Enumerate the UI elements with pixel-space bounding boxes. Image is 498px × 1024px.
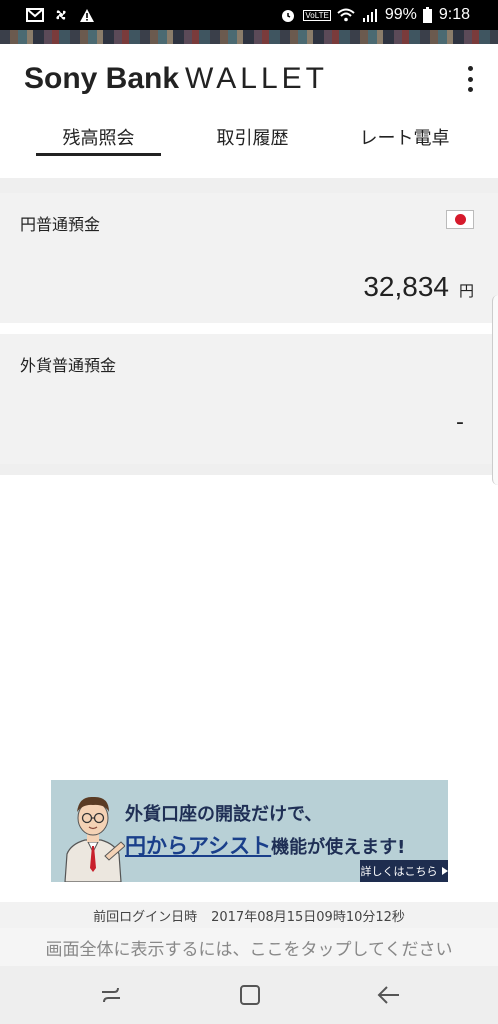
fan-icon: [52, 7, 70, 23]
last-login-label: 前回ログイン日時: [93, 909, 198, 925]
volte-icon: VoLTE: [303, 9, 331, 21]
yen-balance-value: 32,834: [363, 271, 449, 302]
promo-banner[interactable]: 外貨口座の開設だけで、 円からアシスト機能が使えます! 詳しくはこちら: [51, 780, 448, 882]
caret-right-icon: [441, 865, 448, 878]
logo-brand: Sony Bank: [24, 62, 180, 95]
status-left: [0, 7, 96, 23]
banner-highlight: 円からアシスト: [125, 834, 272, 858]
more-vertical-icon[interactable]: [460, 66, 480, 92]
tab-history[interactable]: 取引履歴: [190, 114, 315, 156]
battery-icon: [423, 7, 433, 23]
wallpaper-strip: [0, 30, 498, 44]
japan-flag-icon: [446, 210, 474, 229]
banner-subline-rest: 機能が使えます!: [271, 837, 406, 858]
foreign-balance-value: -: [456, 410, 464, 435]
fullscreen-hint[interactable]: 画面全体に表示するには、ここをタップしてください: [0, 928, 498, 966]
clock: 9:18: [438, 6, 470, 23]
businessman-illustration: [61, 788, 126, 882]
logo-product: WALLET: [185, 62, 328, 95]
status-right: VoLTE 99% 9:18: [279, 6, 498, 24]
edge-panel-handle[interactable]: [492, 295, 498, 485]
wifi-icon: [337, 7, 355, 23]
app-logo: Sony Bank WALLET: [24, 62, 328, 96]
card-divider: [0, 323, 498, 334]
back-icon[interactable]: [374, 980, 404, 1010]
alarm-icon: [279, 7, 297, 23]
banner-headline: 外貨口座の開設だけで、: [125, 804, 323, 825]
tab-bar: 残高照会 取引履歴 レート電卓: [0, 114, 498, 158]
foreign-account-title: 外貨普通預金: [20, 356, 117, 375]
last-login-value: 2017年08月15日09時10分12秒: [211, 909, 405, 925]
yen-balance: 32,834 円: [363, 271, 474, 303]
yen-account-title: 円普通預金: [20, 215, 101, 234]
yen-balance-unit: 円: [458, 282, 474, 300]
banner-details-label: 詳しくはこちら: [360, 865, 438, 878]
status-bar: VoLTE 99% 9:18: [0, 0, 498, 30]
last-login-info: 前回ログイン日時 2017年08月15日09時10分12秒: [0, 902, 498, 928]
mail-icon: [26, 7, 44, 23]
tab-balance[interactable]: 残高照会: [36, 114, 161, 156]
system-nav-bar: [0, 966, 498, 1024]
battery-percent: 99%: [384, 6, 417, 23]
recent-apps-icon[interactable]: [96, 980, 126, 1010]
yen-account-card[interactable]: 円普通預金 32,834 円: [0, 193, 498, 323]
banner-details-button[interactable]: 詳しくはこちら: [360, 860, 448, 882]
home-icon[interactable]: [235, 980, 265, 1010]
foreign-account-card[interactable]: 外貨普通預金: [0, 334, 498, 464]
signal-icon: [361, 7, 379, 23]
app-header: Sony Bank WALLET: [0, 44, 498, 114]
tab-rate-calculator[interactable]: レート電卓: [342, 114, 467, 156]
warning-icon: [78, 7, 96, 23]
banner-subline: 円からアシスト機能が使えます!: [125, 830, 405, 860]
